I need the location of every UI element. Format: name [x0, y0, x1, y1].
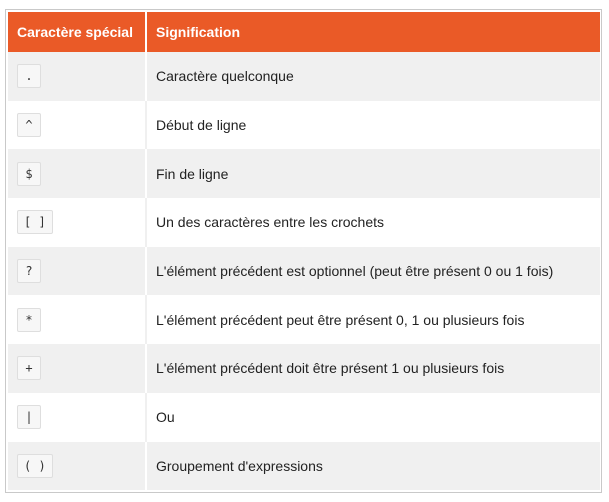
char-cell: . [8, 52, 146, 101]
meaning-cell: Fin de ligne [145, 149, 600, 199]
meaning-cell: Ou [145, 392, 600, 442]
table-row: ^ Début de ligne [8, 100, 600, 150]
meaning-cell: Groupement d'expressions [145, 441, 600, 491]
code-token: + [17, 356, 41, 381]
char-cell: ^ [8, 100, 146, 150]
table-row: * L'élément précédent peut être présent … [8, 295, 600, 345]
char-cell: ? [8, 246, 146, 296]
char-cell: $ [8, 149, 146, 199]
table-row: . Caractère quelconque [8, 52, 600, 101]
code-token: | [17, 405, 41, 430]
table-row: ( ) Groupement d'expressions [8, 441, 600, 491]
table-row: ? L'élément précédent est optionnel (peu… [8, 246, 600, 296]
code-token: * [17, 307, 41, 332]
table-row: + L'élément précédent doit être présent … [8, 344, 600, 393]
table-row: $ Fin de ligne [8, 149, 600, 199]
code-token: . [17, 64, 41, 89]
meaning-cell: L'élément précédent est optionnel (peut … [145, 246, 600, 296]
table-body: . Caractère quelconque ^ Début de ligne … [8, 52, 600, 491]
table-header: Caractère spécial Signification [8, 12, 600, 52]
regex-special-characters-table: Caractère spécial Signification . Caract… [8, 12, 600, 491]
char-cell: * [8, 295, 146, 345]
meaning-cell: L'élément précédent peut être présent 0,… [145, 295, 600, 345]
char-cell: | [8, 392, 146, 442]
code-token: $ [17, 161, 41, 186]
meaning-cell: L'élément précédent doit être présent 1 … [145, 344, 600, 393]
table-row: [ ] Un des caractères entre les crochets [8, 198, 600, 247]
header-special-character: Caractère spécial [8, 12, 146, 52]
code-token: [ ] [17, 210, 53, 235]
header-meaning: Signification [145, 12, 600, 52]
code-token: ^ [17, 113, 41, 138]
char-cell: ( ) [8, 441, 146, 491]
char-cell: [ ] [8, 198, 146, 247]
header-row: Caractère spécial Signification [8, 12, 600, 52]
code-token: ( ) [17, 453, 53, 478]
code-token: ? [17, 259, 41, 284]
meaning-cell: Un des caractères entre les crochets [145, 198, 600, 247]
meaning-cell: Caractère quelconque [145, 52, 600, 101]
table-row: | Ou [8, 392, 600, 442]
char-cell: + [8, 344, 146, 393]
meaning-cell: Début de ligne [145, 100, 600, 150]
